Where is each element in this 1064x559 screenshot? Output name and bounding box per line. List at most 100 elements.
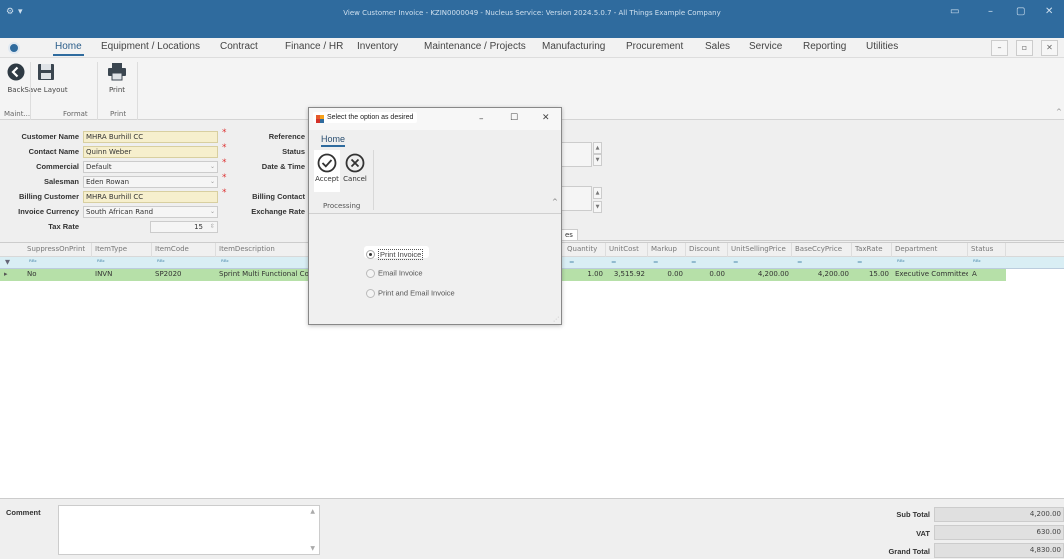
filter-contains-icon[interactable]: ᴿᴮᶜ: [218, 257, 229, 269]
menu-utilities[interactable]: Utilities: [866, 41, 898, 52]
filter-equals-icon[interactable]: =: [688, 257, 696, 269]
filter-equals-icon[interactable]: =: [566, 257, 574, 269]
customer-name-field[interactable]: MHRA Burhill CC: [83, 131, 218, 143]
cell-item-type[interactable]: INVN: [95, 269, 150, 281]
filter-icon[interactable]: ▼: [2, 257, 10, 269]
menu-equipment-locations[interactable]: Equipment / Locations: [101, 41, 200, 52]
tab-home[interactable]: Home: [321, 134, 346, 147]
salesman-select[interactable]: Eden Rowan ⌄: [83, 176, 218, 188]
scroll-down-icon[interactable]: ▼: [310, 545, 315, 552]
menu-service[interactable]: Service: [749, 41, 782, 52]
radio-print-invoice[interactable]: Print Invoice: [364, 246, 430, 260]
radio-email-invoice[interactable]: Email Invoice: [366, 268, 423, 280]
column-header[interactable]: ItemType: [92, 243, 152, 257]
dialog-close-button[interactable]: ✕: [542, 113, 550, 123]
close-window-button[interactable]: ✕: [1045, 6, 1053, 17]
mdi-minimize-button[interactable]: –: [991, 40, 1008, 56]
resize-grip-icon[interactable]: ⋰: [553, 316, 559, 323]
column-header[interactable]: Status: [968, 243, 1006, 257]
spin-arrows-icon[interactable]: ⇳: [210, 222, 215, 232]
cell-item-description[interactable]: Sprint Multi Functional Cop: [219, 269, 309, 281]
billing-contact-field[interactable]: [560, 186, 592, 211]
column-header[interactable]: ItemDescription: [216, 243, 316, 257]
dialog-maximize-button[interactable]: ☐: [510, 113, 518, 123]
menu-sales[interactable]: Sales: [705, 41, 730, 52]
filter-contains-icon[interactable]: ᴿᴮᶜ: [970, 257, 981, 269]
menu-procurement[interactable]: Procurement: [626, 41, 683, 52]
vat-value: 630.00: [934, 525, 1064, 540]
column-header[interactable]: UnitSellingPrice: [728, 243, 792, 257]
filter-contains-icon[interactable]: ᴿᴮᶜ: [154, 257, 165, 269]
collapse-ribbon-icon[interactable]: ^: [552, 198, 558, 206]
cell-base-ccy-price[interactable]: 4,200.00: [792, 269, 852, 281]
cell-tax-rate[interactable]: 15.00: [852, 269, 892, 281]
filter-contains-icon[interactable]: ᴿᴮᶜ: [94, 257, 105, 269]
spin-down-icon[interactable]: ▼: [593, 154, 602, 166]
filter-equals-icon[interactable]: =: [650, 257, 658, 269]
menu-maintenance-projects[interactable]: Maintenance / Projects: [424, 41, 526, 52]
minimize-window-button[interactable]: –: [988, 6, 993, 17]
cancel-label: Cancel: [343, 175, 367, 183]
scroll-up-icon[interactable]: ▲: [310, 508, 315, 515]
mdi-close-button[interactable]: ✕: [1041, 40, 1058, 56]
tax-rate-value: 15: [194, 223, 203, 231]
app-logo-icon[interactable]: [8, 42, 20, 54]
tax-rate-spinner[interactable]: 15 ⇳: [150, 221, 218, 233]
dialog-title-bar: Select the option as desired – ☐ ✕: [309, 108, 561, 130]
cancel-button[interactable]: Cancel: [342, 150, 368, 192]
collapse-ribbon-icon[interactable]: ^: [1056, 108, 1062, 116]
filter-equals-icon[interactable]: =: [608, 257, 616, 269]
cell-unit-cost[interactable]: 3,515.92: [606, 269, 648, 281]
filter-equals-icon[interactable]: =: [794, 257, 802, 269]
print-button[interactable]: Print: [103, 62, 131, 94]
menu-inventory[interactable]: Inventory: [357, 41, 398, 52]
commercial-value: Default: [86, 163, 112, 171]
column-header[interactable]: BaseCcyPrice: [792, 243, 852, 257]
menu-reporting[interactable]: Reporting: [803, 41, 846, 52]
column-header[interactable]: Markup: [648, 243, 686, 257]
filter-equals-icon[interactable]: =: [854, 257, 862, 269]
restore-layout-icon[interactable]: ▭: [950, 6, 959, 17]
menu-contract[interactable]: Contract: [220, 41, 258, 52]
column-header[interactable]: TaxRate: [852, 243, 892, 257]
menu-finance-hr[interactable]: Finance / HR: [285, 41, 343, 52]
dialog-minimize-button[interactable]: –: [479, 114, 484, 124]
column-header[interactable]: Quantity: [564, 243, 606, 257]
cell-item-code[interactable]: SP2020: [155, 269, 213, 281]
cell-status[interactable]: A: [972, 269, 1002, 281]
column-header[interactable]: UnitCost: [606, 243, 648, 257]
tab-lines[interactable]: es: [560, 229, 578, 240]
invoice-currency-select[interactable]: South African Rand ⌄: [83, 206, 218, 218]
comment-textarea[interactable]: ▲ ▼: [58, 505, 320, 555]
accept-button[interactable]: Accept: [314, 150, 340, 192]
status-field[interactable]: [560, 142, 592, 167]
contact-name-field[interactable]: Quinn Weber: [83, 146, 218, 158]
mdi-restore-button[interactable]: ▫: [1016, 40, 1033, 56]
ribbon-separator: [373, 150, 374, 210]
filter-equals-icon[interactable]: =: [730, 257, 738, 269]
cell-discount[interactable]: 0.00: [686, 269, 728, 281]
column-header[interactable]: ItemCode: [152, 243, 216, 257]
menu-home[interactable]: Home: [53, 41, 84, 56]
column-header[interactable]: Discount: [686, 243, 728, 257]
spin-up-icon[interactable]: ▲: [593, 142, 602, 154]
spin-up-icon[interactable]: ▲: [593, 187, 602, 199]
cell-unit-selling-price[interactable]: 4,200.00: [728, 269, 792, 281]
spin-down-icon[interactable]: ▼: [593, 201, 602, 213]
ribbon-separator: [30, 62, 31, 120]
column-header[interactable]: Department: [892, 243, 968, 257]
filter-contains-icon[interactable]: ᴿᴮᶜ: [26, 257, 37, 269]
cell-department[interactable]: Executive Committee: [895, 269, 968, 281]
column-header[interactable]: SuppressOnPrint: [24, 243, 92, 257]
filter-contains-icon[interactable]: ᴿᴮᶜ: [894, 257, 905, 269]
cell-quantity[interactable]: 1.00: [564, 269, 606, 281]
cell-markup[interactable]: 0.00: [648, 269, 686, 281]
billing-customer-field[interactable]: MHRA Burhill CC: [83, 191, 218, 203]
billing-customer-label: Billing Customer: [18, 192, 79, 201]
salesman-label: Salesman: [43, 177, 79, 186]
commercial-select[interactable]: Default ⌄: [83, 161, 218, 173]
radio-print-and-email-invoice[interactable]: Print and Email Invoice: [366, 288, 455, 300]
maximize-window-button[interactable]: ▢: [1016, 6, 1025, 17]
menu-manufacturing[interactable]: Manufacturing: [542, 41, 605, 52]
cell-suppress-on-print[interactable]: No: [27, 269, 87, 281]
